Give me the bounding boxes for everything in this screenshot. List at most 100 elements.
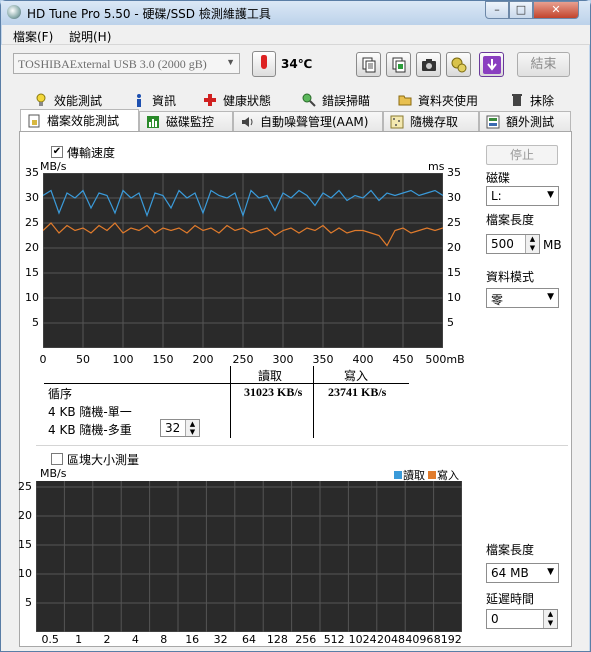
delay-input[interactable]: 0 ▲ ▼ xyxy=(486,609,558,629)
y-tick-label-right: 30 xyxy=(447,191,461,204)
transfer-speed-chart xyxy=(42,172,444,349)
y-tick-label-right: 20 xyxy=(447,241,461,254)
maximize-button[interactable]: □ xyxy=(509,1,533,19)
chevron-down-icon: ▼ xyxy=(547,567,554,577)
tab-erase-label: 抹除 xyxy=(530,93,555,108)
window-title: HD Tune Pro 5.50 - 硬碟/SSD 檢測維護工具 xyxy=(27,7,271,21)
title-bar[interactable]: HD Tune Pro 5.50 - 硬碟/SSD 檢測維護工具 – □ ✕ xyxy=(1,1,590,25)
x-tick-label: 50 xyxy=(76,353,90,366)
tab-folder-usage-label: 資料夾使用 xyxy=(418,93,479,108)
data-pattern-value: 零 xyxy=(491,293,504,307)
right-axis-unit: ms xyxy=(428,160,445,173)
results-table: 讀取 寫入 循序 31023 KB/s 23741 KB/s 4 KB 隨機-單… xyxy=(44,366,409,438)
write-column-header: 寫入 xyxy=(344,369,369,383)
legend-read-swatch xyxy=(394,471,402,479)
y-tick-label-right: 10 xyxy=(447,291,461,304)
tab-error-scan-label: 錯誤掃瞄 xyxy=(322,93,371,108)
spin-updown-icon[interactable]: ▲ ▼ xyxy=(525,235,539,253)
y-tick-label-right: 35 xyxy=(447,166,461,179)
tab-aam-label: 自動噪聲管理(AAM) xyxy=(260,115,369,129)
copy-text-button[interactable] xyxy=(356,52,381,77)
disk-label: 磁碟 xyxy=(486,171,511,185)
block-size-checkbox[interactable] xyxy=(51,453,63,465)
app-icon xyxy=(7,5,21,19)
x-tick-label: 500mB xyxy=(425,353,465,366)
x-tick-label: 200 xyxy=(192,353,214,366)
copy-text-icon xyxy=(362,57,375,72)
file-length-input[interactable]: 500 ▲ ▼ xyxy=(486,234,540,254)
menu-help[interactable]: 說明(H) xyxy=(69,28,111,45)
copy-screenshot-button[interactable] xyxy=(386,52,411,77)
tab-info-label: 資訊 xyxy=(152,93,177,108)
sequential-read-value: 31023 KB/s xyxy=(244,385,303,399)
y-tick-label: 15 xyxy=(18,538,32,551)
spin-updown-icon[interactable]: ▲ ▼ xyxy=(185,420,199,436)
file-icon xyxy=(28,114,40,127)
magnifier-icon xyxy=(302,93,316,107)
queue-depth-value: 32 xyxy=(165,421,181,435)
file-length-label: 檔案長度 xyxy=(486,213,535,227)
y-tick-label-left: 20 xyxy=(25,241,39,254)
minimize-button[interactable]: – xyxy=(485,1,509,19)
drive-select[interactable]: TOSHIBAExternal USB 3.0 (2000 gB) ▼ xyxy=(13,53,240,74)
x-tick-label: 150 xyxy=(152,353,174,366)
y-tick-label-left: 30 xyxy=(25,191,39,204)
save-button[interactable] xyxy=(479,52,504,77)
spin-updown-icon[interactable]: ▲ ▼ xyxy=(543,610,557,628)
tab-error-scan[interactable]: 錯誤掃瞄 xyxy=(296,90,396,110)
y-tick-label: 5 xyxy=(25,596,32,609)
trash-icon xyxy=(512,94,522,106)
tab-extra-tests[interactable]: 額外測試 xyxy=(479,111,571,131)
menu-file[interactable]: 檔案(F) xyxy=(13,28,53,45)
screenshot-button[interactable] xyxy=(416,52,441,77)
tab-random-access[interactable]: 隨機存取 xyxy=(383,111,479,131)
block-size-label: 區塊大小測量 xyxy=(67,453,140,467)
block-size-chart xyxy=(35,481,463,633)
health-cross-icon xyxy=(204,94,216,106)
y-tick-label-left: 15 xyxy=(25,266,39,279)
tab-folder-usage[interactable]: 資料夾使用 xyxy=(392,90,504,110)
y-tick-label-right: 5 xyxy=(447,316,454,329)
tab-extra-tests-label: 額外測試 xyxy=(506,115,555,129)
tab-info[interactable]: 資訊 xyxy=(126,90,194,110)
close-button[interactable]: ✕ xyxy=(533,1,579,19)
options-button[interactable] xyxy=(446,52,471,77)
monitor-icon xyxy=(147,115,159,128)
y-tick-label-left: 10 xyxy=(25,291,39,304)
read-column-header: 讀取 xyxy=(258,369,283,383)
y-tick-label-left: 25 xyxy=(25,216,39,229)
y-tick-label: 10 xyxy=(18,567,32,580)
transfer-speed-label: 傳輸速度 xyxy=(67,146,116,160)
menu-bar: 檔案(F) 說明(H) xyxy=(2,25,590,45)
x-tick-label: 0 xyxy=(39,353,47,366)
chevron-down-icon: ▼ xyxy=(547,292,554,302)
tab-disk-monitor[interactable]: 磁碟監控 xyxy=(139,111,233,131)
y-tick-label-left: 35 xyxy=(25,166,39,179)
block-file-length-select[interactable]: 64 MB ▼ xyxy=(486,563,559,583)
exit-button[interactable]: 結束 xyxy=(517,52,570,77)
file-length-unit: MB xyxy=(543,238,562,252)
extra-icon xyxy=(486,115,500,128)
transfer-speed-checkbox[interactable]: ✔ xyxy=(51,146,63,158)
x-tick-label: 450 xyxy=(392,353,414,366)
random-icon xyxy=(390,115,404,128)
block-size-plot xyxy=(35,481,463,633)
y-tick-label-right: 15 xyxy=(447,266,461,279)
disk-select[interactable]: L: ▼ xyxy=(486,186,559,206)
stop-button[interactable]: 停止 xyxy=(486,145,558,165)
section-divider xyxy=(36,445,568,446)
delay-label: 延遲時間 xyxy=(486,592,535,606)
x-tick-label: 300 xyxy=(272,353,294,366)
random-multi-row-label: 4 KB 隨機-多重 xyxy=(48,423,132,437)
queue-depth-input[interactable]: 32 ▲ ▼ xyxy=(160,419,200,437)
bulb-icon xyxy=(36,93,46,106)
data-pattern-select[interactable]: 零 ▼ xyxy=(486,288,559,308)
tab-file-benchmark[interactable]: 檔案效能測試 xyxy=(20,109,139,131)
tab-erase[interactable]: 抹除 xyxy=(504,90,570,110)
tab-health[interactable]: 健康狀態 xyxy=(197,90,297,110)
sequential-write-value: 23741 KB/s xyxy=(328,385,387,399)
x-tick-label: 350 xyxy=(312,353,334,366)
tab-aam[interactable]: 自動噪聲管理(AAM) xyxy=(233,111,383,131)
data-pattern-label: 資料模式 xyxy=(486,270,535,284)
save-icon xyxy=(482,55,501,74)
